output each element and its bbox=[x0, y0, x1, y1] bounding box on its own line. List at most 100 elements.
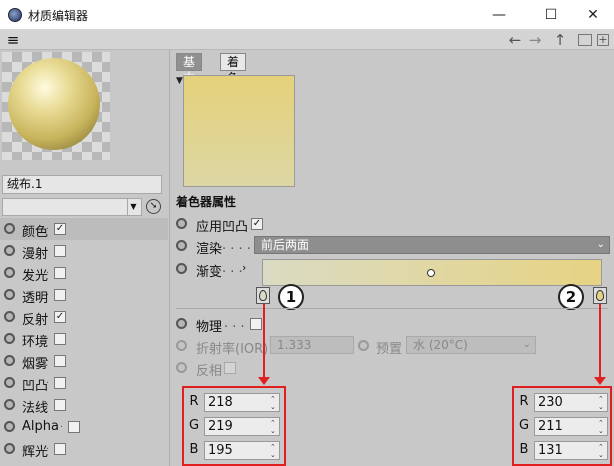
channel-row[interactable]: 环境. bbox=[0, 328, 168, 350]
param-dot-icon bbox=[358, 340, 369, 351]
r-input-left[interactable]: 218 bbox=[204, 393, 280, 412]
b-input-right[interactable]: 131 bbox=[534, 441, 608, 460]
gradient-stop-left[interactable] bbox=[256, 287, 270, 304]
close-button[interactable]: ✕ bbox=[570, 0, 614, 30]
gradient-row: 渐变 . . . › bbox=[176, 259, 262, 280]
chevron-down-icon: ⌄ bbox=[522, 339, 531, 350]
ior-label: 折射率(IOR) bbox=[196, 342, 269, 357]
channel-label: 烟雾 bbox=[22, 357, 49, 372]
channel-dot-icon[interactable] bbox=[4, 443, 15, 454]
channel-row[interactable]: 辉光. bbox=[0, 438, 168, 460]
channel-dot-icon[interactable] bbox=[4, 421, 15, 432]
material-dropdown[interactable]: ▼ bbox=[2, 198, 142, 216]
channel-dot-icon[interactable] bbox=[4, 355, 15, 366]
material-name-field[interactable]: 绒布.1 bbox=[2, 175, 162, 194]
physical-label: 物理 bbox=[196, 320, 223, 335]
channel-row[interactable]: Alpha. bbox=[0, 416, 168, 438]
channel-dot-icon[interactable] bbox=[4, 289, 15, 300]
minimize-button[interactable]: — bbox=[476, 0, 522, 30]
channel-checkbox[interactable] bbox=[54, 377, 66, 389]
gradient-bar[interactable] bbox=[262, 259, 602, 286]
shader-preview-swatch bbox=[183, 75, 295, 187]
channel-dot-icon[interactable] bbox=[4, 267, 15, 278]
color-stop-icon bbox=[259, 290, 267, 301]
channel-checkbox[interactable] bbox=[54, 289, 66, 301]
channel-checkbox[interactable]: ✓ bbox=[54, 311, 66, 323]
expand-arrow-icon[interactable]: › bbox=[242, 261, 246, 274]
channel-label: 辉光 bbox=[22, 445, 49, 460]
channel-row[interactable]: 烟雾. bbox=[0, 350, 168, 372]
channel-dot-icon[interactable] bbox=[4, 311, 15, 322]
channel-dot-icon[interactable] bbox=[4, 333, 15, 344]
ior-input[interactable]: 1.333 bbox=[270, 336, 354, 354]
channel-dot-icon[interactable] bbox=[4, 399, 15, 410]
channel-row[interactable]: 凹凸. bbox=[0, 372, 168, 394]
param-dot-icon bbox=[176, 340, 187, 351]
channel-row[interactable]: 发光. bbox=[0, 262, 168, 284]
channel-label: 漫射 bbox=[22, 247, 49, 262]
gradient-stop-right[interactable] bbox=[593, 287, 607, 304]
spinner-icon[interactable]: ⌃ ⌄ bbox=[598, 443, 604, 459]
material-preview[interactable] bbox=[2, 52, 110, 160]
physical-checkbox[interactable] bbox=[250, 318, 262, 330]
param-dot-icon[interactable] bbox=[176, 318, 187, 329]
maximize-button[interactable]: ☐ bbox=[528, 0, 574, 30]
channel-checkbox[interactable] bbox=[54, 245, 66, 257]
channel-label: 环境 bbox=[22, 335, 49, 350]
preset-select[interactable]: 水 (20°C) ⌄ bbox=[406, 336, 536, 354]
r-input-right[interactable]: 230 bbox=[534, 393, 608, 412]
channel-dot-icon[interactable] bbox=[4, 223, 15, 234]
spinner-icon[interactable]: ⌃ ⌄ bbox=[270, 419, 276, 435]
channel-checkbox[interactable] bbox=[54, 443, 66, 455]
g-input-left[interactable]: 219 bbox=[204, 417, 280, 436]
r-label: R bbox=[189, 394, 199, 409]
menu-icon[interactable]: ≡ bbox=[4, 31, 22, 49]
label-dots: . bbox=[46, 331, 50, 342]
channel-row[interactable]: 透明. bbox=[0, 284, 168, 306]
callout-2: 2 bbox=[558, 284, 584, 310]
g-input-right[interactable]: 211 bbox=[534, 417, 608, 436]
arrowhead-2 bbox=[594, 377, 606, 385]
render-select[interactable]: 前后两面 ⌄ bbox=[254, 236, 610, 254]
preview-sphere bbox=[8, 58, 100, 150]
lock-icon[interactable] bbox=[578, 34, 592, 46]
color-stop-icon bbox=[596, 290, 604, 301]
channel-row[interactable]: 颜色 ✓. bbox=[0, 218, 168, 240]
label-dots: . . . bbox=[224, 316, 245, 331]
pick-arrow-icon[interactable]: ➘ bbox=[146, 199, 161, 214]
back-arrow-icon[interactable]: ← bbox=[505, 31, 525, 49]
channel-dot-icon[interactable] bbox=[4, 245, 15, 256]
tab-shader[interactable]: 着色器 bbox=[220, 53, 247, 101]
up-arrow-icon[interactable]: ↑ bbox=[550, 31, 570, 49]
collapse-arrow-icon[interactable]: ▼ bbox=[176, 76, 183, 86]
param-dot-icon[interactable] bbox=[176, 263, 187, 274]
divider bbox=[176, 308, 608, 309]
apply-bump-checkbox[interactable]: ✓ bbox=[251, 218, 263, 230]
rgb-box-left: R 218 ⌃ ⌄ G 219 ⌃ ⌄ B 195 ⌃ ⌄ bbox=[182, 386, 286, 466]
channel-checkbox[interactable] bbox=[54, 267, 66, 279]
spinner-icon[interactable]: ⌃ ⌄ bbox=[270, 395, 276, 411]
channel-checkbox[interactable] bbox=[54, 355, 66, 367]
channel-checkbox[interactable] bbox=[68, 421, 80, 433]
channel-checkbox[interactable]: ✓ bbox=[54, 223, 66, 235]
param-dot-icon[interactable] bbox=[176, 218, 187, 229]
spinner-icon[interactable]: ⌃ ⌄ bbox=[598, 395, 604, 411]
param-dot-icon[interactable] bbox=[176, 240, 187, 251]
channel-row[interactable]: 漫射. bbox=[0, 240, 168, 262]
invert-checkbox[interactable] bbox=[224, 362, 236, 374]
spinner-icon[interactable]: ⌃ ⌄ bbox=[270, 443, 276, 459]
gradient-midpoint-knob[interactable] bbox=[427, 269, 435, 277]
channel-checkbox[interactable] bbox=[54, 333, 66, 345]
title-bar: 材质编辑器 — ☐ ✕ bbox=[0, 0, 614, 30]
forward-arrow-icon[interactable]: → bbox=[525, 31, 545, 49]
b-input-left[interactable]: 195 bbox=[204, 441, 280, 460]
new-panel-icon[interactable]: + bbox=[597, 34, 609, 46]
channel-row[interactable]: 反射 ✓. bbox=[0, 306, 168, 328]
render-label: 渲染 bbox=[196, 242, 223, 257]
channel-checkbox[interactable] bbox=[54, 399, 66, 411]
channel-dot-icon[interactable] bbox=[4, 377, 15, 388]
callout-line-2 bbox=[599, 304, 601, 380]
spinner-icon[interactable]: ⌃ ⌄ bbox=[598, 419, 604, 435]
channel-row[interactable]: 法线. bbox=[0, 394, 168, 416]
tab-basic[interactable]: 基本 bbox=[176, 53, 203, 85]
